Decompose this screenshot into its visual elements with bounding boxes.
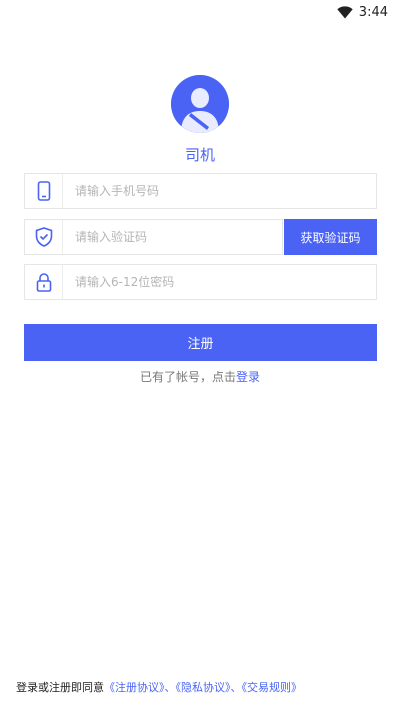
terms-link[interactable]: 《注册协议》 bbox=[104, 681, 165, 694]
agreement-prefix: 登录或注册即同意 bbox=[16, 681, 104, 694]
get-code-button[interactable]: 获取验证码 bbox=[284, 219, 377, 255]
login-hint: 已有了帐号，点击登录 bbox=[0, 368, 400, 385]
phone-icon bbox=[25, 174, 63, 208]
trade-rules-link[interactable]: 《交易规则》 bbox=[242, 681, 303, 694]
agreement-notice: 登录或注册即同意《注册协议》、《隐私协议》、《交易规则》 bbox=[16, 679, 302, 695]
lock-icon bbox=[25, 265, 63, 299]
agreement-separator: 、 bbox=[230, 681, 242, 694]
shield-check-icon bbox=[25, 220, 63, 254]
driver-avatar-icon bbox=[171, 75, 229, 133]
login-link[interactable]: 登录 bbox=[236, 370, 260, 384]
register-button[interactable]: 注册 bbox=[24, 324, 377, 361]
phone-field[interactable] bbox=[24, 173, 377, 209]
password-field[interactable] bbox=[24, 264, 377, 300]
login-hint-text: 已有了帐号，点击 bbox=[139, 370, 236, 384]
wifi-icon bbox=[337, 5, 353, 19]
privacy-link[interactable]: 《隐私协议》 bbox=[176, 681, 231, 694]
status-bar: 3:44 bbox=[0, 0, 400, 24]
agreement-separator: 、 bbox=[164, 681, 176, 694]
password-input[interactable] bbox=[63, 265, 376, 299]
phone-input[interactable] bbox=[63, 174, 376, 208]
status-time: 3:44 bbox=[358, 4, 388, 20]
code-field[interactable] bbox=[24, 219, 283, 255]
code-input[interactable] bbox=[63, 220, 282, 254]
role-label: 司机 bbox=[184, 146, 215, 164]
